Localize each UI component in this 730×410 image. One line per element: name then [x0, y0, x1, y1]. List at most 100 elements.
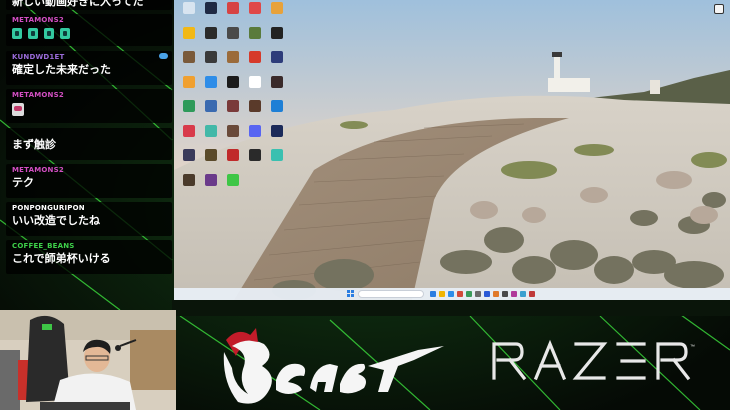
app-icon[interactable]: [244, 2, 266, 15]
desktop-icon-grid: [174, 0, 294, 290]
app-icon-glyph: [205, 51, 217, 63]
app-icon-glyph: [249, 75, 261, 88]
app-icon-glyph: [271, 2, 283, 14]
app-icon[interactable]: [178, 75, 200, 89]
taskbar-app-icon[interactable]: [475, 291, 481, 297]
app-icon[interactable]: [266, 124, 288, 138]
app-icon[interactable]: [200, 124, 222, 138]
start-button-icon[interactable]: [347, 290, 355, 298]
app-icon-glyph: [205, 2, 217, 14]
app-icon-glyph: [249, 100, 261, 112]
chat-message: METAMONS2 テク: [6, 164, 172, 198]
emote-icon: [12, 28, 22, 39]
chrome-icon-glyph: [205, 75, 217, 88]
discord-icon[interactable]: [244, 124, 266, 138]
app-icon-glyph: [227, 26, 239, 39]
app-icon[interactable]: [222, 124, 244, 138]
app-icon[interactable]: [244, 100, 266, 113]
app-icon-glyph: [227, 2, 239, 14]
app-icon-glyph: [271, 51, 283, 63]
chat-message-text: いい改造でしたね: [12, 214, 100, 227]
app-icon[interactable]: [200, 173, 222, 187]
app-icon[interactable]: [222, 75, 244, 89]
app-icon[interactable]: [244, 26, 266, 40]
chat-message: COFFEE_BEANS これで師弟杯いける: [6, 240, 172, 274]
app-icon[interactable]: [178, 100, 200, 113]
beast-logo: [223, 328, 444, 404]
app-icon[interactable]: [222, 100, 244, 113]
taskbar-app-icon[interactable]: [493, 291, 499, 297]
webcam-feed: [0, 310, 176, 410]
app-icon-glyph: [249, 26, 261, 39]
taskbar-app-icon[interactable]: [529, 291, 535, 297]
app-icon[interactable]: [178, 51, 200, 64]
chat-username: COFFEE_BEANS: [12, 242, 75, 250]
taskbar-app-icon[interactable]: [439, 291, 445, 297]
app-icon[interactable]: [266, 75, 288, 89]
app-icon[interactable]: [200, 100, 222, 113]
app-icon[interactable]: [200, 2, 222, 15]
app-icon[interactable]: [178, 124, 200, 138]
app-icon-glyph: [271, 149, 283, 161]
app-icon[interactable]: [200, 51, 222, 64]
app-icon[interactable]: [200, 26, 222, 40]
taskbar-app-icon[interactable]: [466, 291, 472, 297]
razer-logo: ™: [492, 339, 695, 381]
app-icon[interactable]: [266, 2, 288, 15]
chat-emote-row: [12, 28, 166, 39]
app-icon-glyph: [183, 124, 195, 137]
chat-message: PONPONGURIPON いい改造でしたね: [6, 202, 172, 236]
chat-message-text: 確定した未来だった: [12, 63, 111, 76]
discord-icon-glyph: [249, 124, 261, 137]
taskbar-app-icon[interactable]: [448, 291, 454, 297]
taskbar-app-icon[interactable]: [457, 291, 463, 297]
app-icon[interactable]: [266, 149, 288, 162]
chat-username: METAMONS2: [12, 166, 64, 174]
emote-icon: [12, 103, 24, 116]
desktop-capture: [174, 0, 730, 300]
chat-message: KUNDWD1ET 確定した未来だった: [6, 51, 172, 85]
app-icon[interactable]: [244, 75, 266, 89]
chat-message: まず触診: [6, 128, 172, 160]
emote-icon: [44, 28, 54, 39]
app-icon-glyph: [183, 100, 195, 112]
taskbar-app-icon[interactable]: [484, 291, 490, 297]
taskbar-app-icon[interactable]: [511, 291, 517, 297]
app-icon[interactable]: [266, 51, 288, 64]
taskbar-search-box[interactable]: [358, 290, 424, 298]
app-icon[interactable]: [266, 100, 288, 113]
app-icon[interactable]: [244, 149, 266, 162]
recycle-bin-icon[interactable]: [178, 2, 200, 15]
app-icon-glyph: [249, 2, 261, 14]
app-icon-glyph: [271, 124, 283, 137]
taskbar-app-icon[interactable]: [502, 291, 508, 297]
app-icon-glyph: [227, 75, 239, 88]
app-icon-glyph: [205, 26, 217, 39]
settings-icon[interactable]: [714, 4, 724, 14]
app-icon-glyph: [227, 124, 239, 137]
app-icon-glyph: [183, 149, 195, 161]
app-icon-glyph: [271, 75, 283, 88]
app-icon-glyph: [205, 173, 217, 186]
app-icon[interactable]: [266, 26, 288, 40]
app-icon-glyph: [183, 51, 195, 63]
chat-message-text: まず触診: [12, 138, 56, 151]
app-icon-glyph: [183, 75, 195, 88]
app-icon[interactable]: [200, 149, 222, 162]
app-icon-glyph: [271, 26, 283, 39]
app-icon[interactable]: [244, 51, 266, 64]
app-icon[interactable]: [222, 51, 244, 64]
line-icon[interactable]: [222, 173, 244, 187]
taskbar-app-icon[interactable]: [520, 291, 526, 297]
app-icon[interactable]: [222, 26, 244, 40]
line-icon-glyph: [227, 173, 239, 186]
app-icon[interactable]: [178, 26, 200, 40]
app-icon[interactable]: [222, 149, 244, 162]
app-icon-glyph: [183, 26, 195, 39]
chrome-icon[interactable]: [200, 75, 222, 89]
chat-username: KUNDWD1ET: [12, 53, 65, 61]
app-icon[interactable]: [178, 149, 200, 162]
taskbar-app-icon[interactable]: [430, 291, 436, 297]
app-icon[interactable]: [222, 2, 244, 15]
app-icon[interactable]: [178, 173, 200, 187]
